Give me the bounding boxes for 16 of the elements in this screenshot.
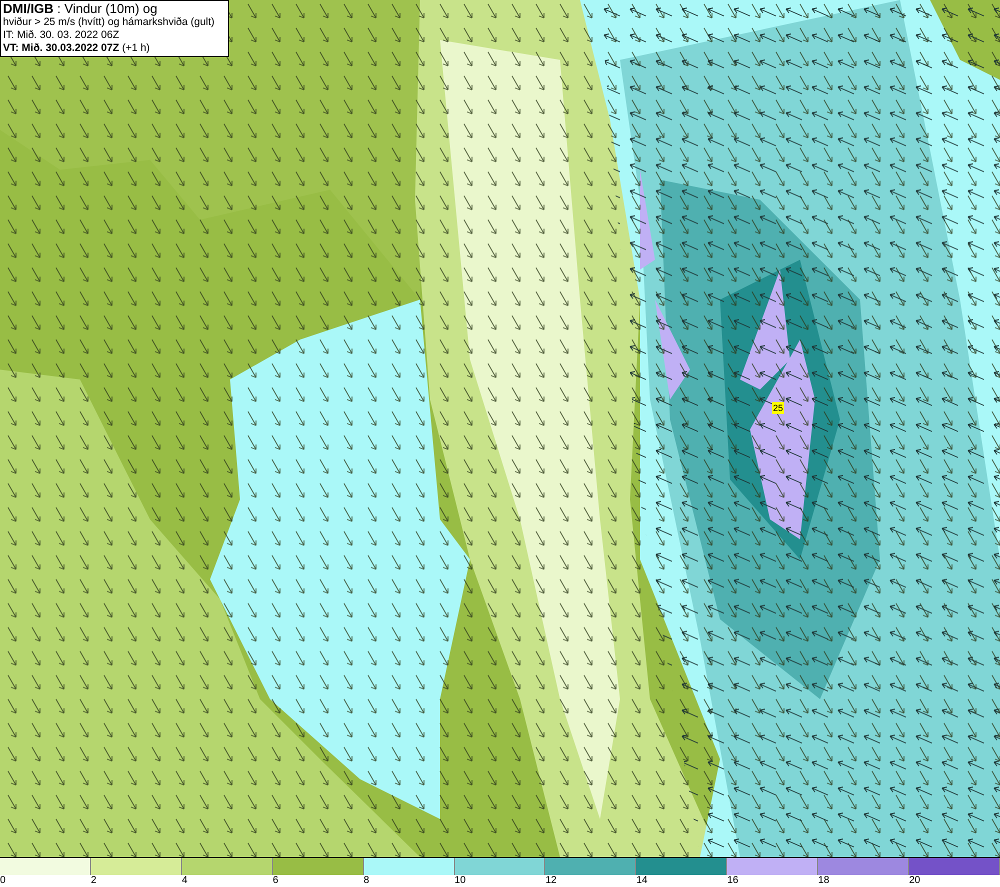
gust-marker: 25 [772,402,784,414]
legend-label: 8 [364,875,370,887]
header-text: DMI/IGB : Vindur (10m) og [3,2,158,16]
legend-label: 10 [454,875,466,887]
legend-label: 4 [182,875,188,887]
legend-label: 12 [545,875,557,887]
header-text: VT: Mið. 30.03.2022 07Z (+1 h) [3,42,151,55]
legend-label: 20 [909,875,920,887]
legend-label: 14 [636,875,648,887]
legend-label: 2 [90,875,96,887]
legend-label: 18 [818,875,830,887]
header-text: hviður > 25 m/s (hvítt) og hámarkshviða (gult) [3,16,216,29]
legend-label: 0 [0,875,6,887]
header-text: IT: Mið. 30. 03. 2022 06Z [3,29,120,42]
legend-label: 6 [272,875,278,887]
legend-label: 16 [727,875,738,887]
